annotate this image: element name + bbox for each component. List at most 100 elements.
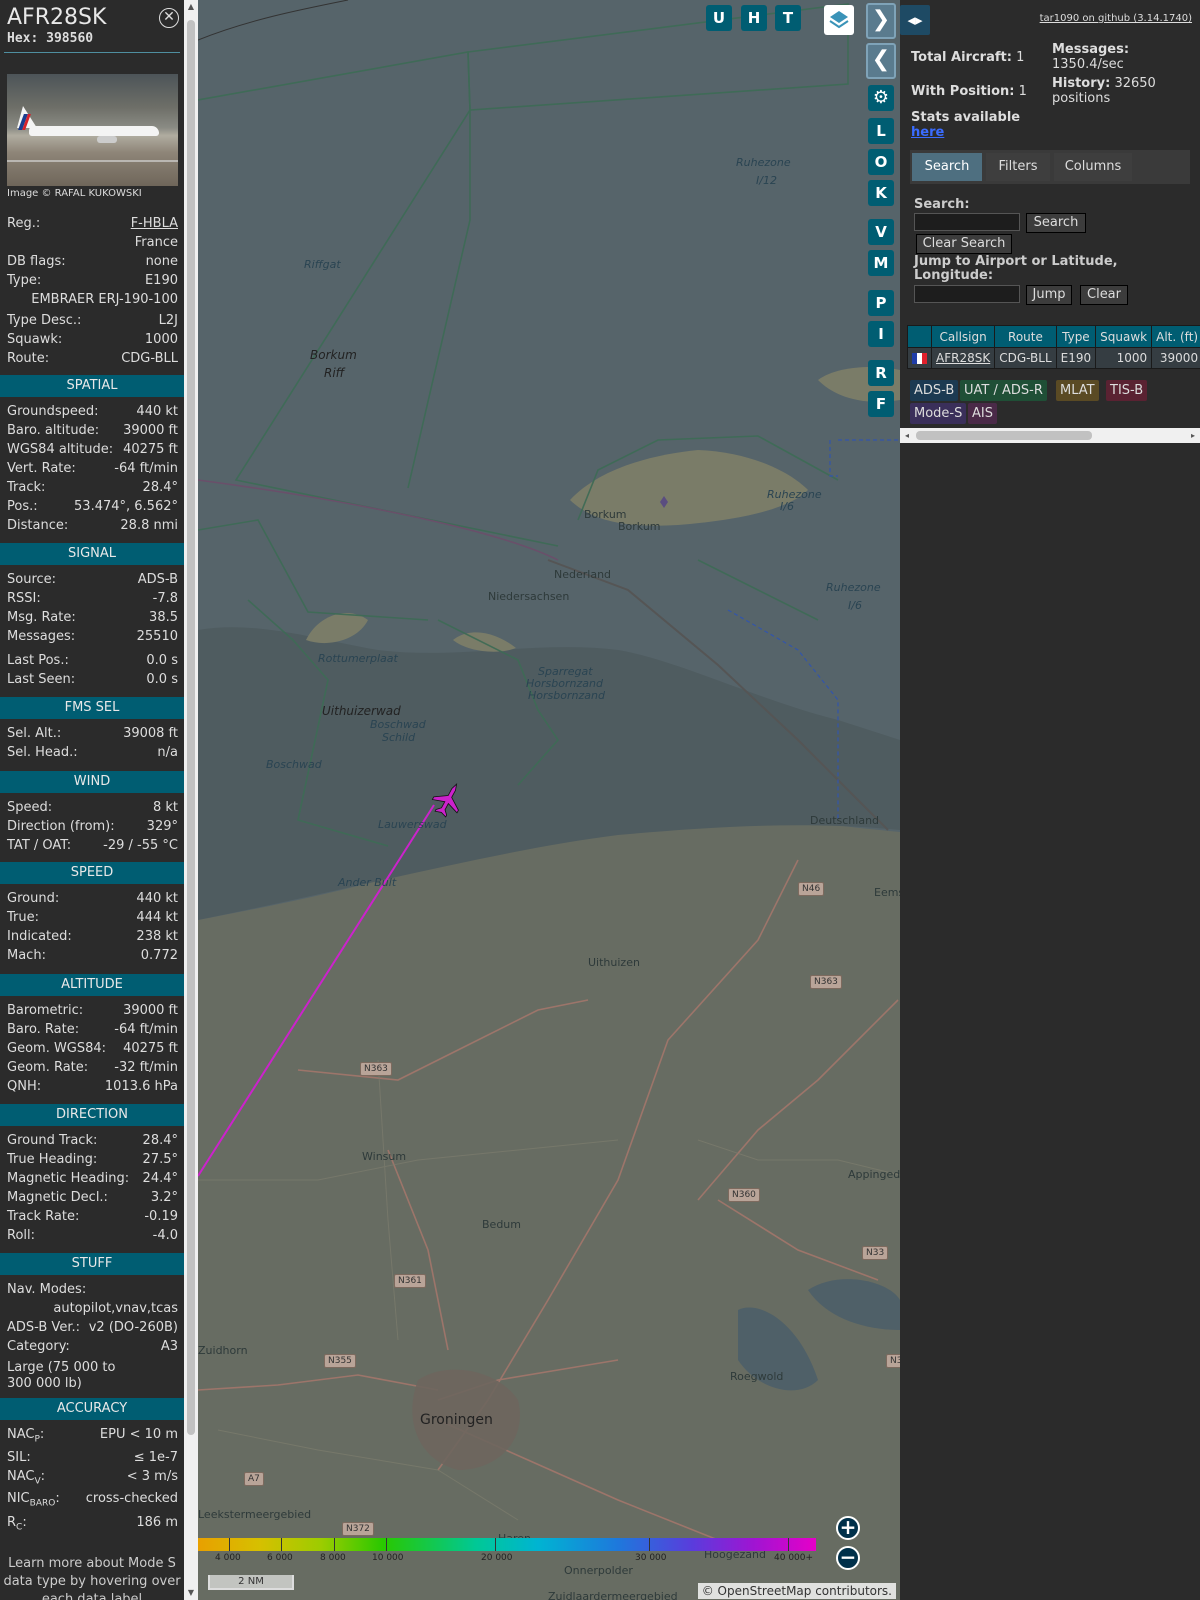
- map-toggle-f[interactable]: F: [868, 391, 894, 417]
- info-row: Magnetic Heading: 24.4°: [7, 1171, 178, 1190]
- legend-label: 40 000+: [774, 1553, 814, 1563]
- info-row-label: Barometric:: [7, 1003, 84, 1018]
- info-row-label: Geom. Rate:: [7, 1060, 89, 1075]
- info-row-label: Groundspeed:: [7, 404, 99, 419]
- info-row-value: -7.8: [152, 591, 178, 606]
- map-label: Onnerpolder: [564, 1564, 633, 1577]
- map-toggle-k[interactable]: K: [868, 180, 894, 206]
- jump-input[interactable]: [914, 285, 1020, 303]
- info-row-value: ADS-B: [137, 572, 178, 587]
- map-toggle-i[interactable]: I: [868, 321, 894, 347]
- map-toggle-u[interactable]: U: [706, 5, 732, 31]
- next-aircraft-button[interactable]: ❯: [866, 3, 896, 39]
- info-row-value: 24.4°: [142, 1171, 178, 1186]
- info-row-label: Last Seen:: [7, 672, 76, 687]
- tab-search[interactable]: Search: [912, 153, 982, 181]
- registration-link[interactable]: F-HBLA: [131, 216, 178, 231]
- map-toggle-t[interactable]: T: [775, 5, 801, 31]
- road-shield: N3: [886, 1354, 900, 1368]
- info-row-label: Squawk:: [7, 332, 63, 347]
- map-toggle-r[interactable]: R: [868, 360, 894, 386]
- aircraft-table: Callsign Route Type Squawk Alt. (ft) AFR…: [907, 325, 1200, 369]
- map-toggle-o[interactable]: O: [868, 149, 894, 175]
- prev-aircraft-button[interactable]: ❮: [866, 43, 896, 79]
- map-label: I/6: [848, 599, 862, 612]
- info-row: RSSI: -7.8: [7, 591, 178, 610]
- info-row-value: 28.4°: [142, 480, 178, 495]
- aircraft-photo[interactable]: [7, 74, 178, 186]
- info-row-value: A3: [160, 1339, 178, 1354]
- road-shield: N361: [394, 1274, 426, 1288]
- info-row-value: 186 m: [136, 1515, 178, 1530]
- callsign-link[interactable]: AFR28SK: [936, 351, 990, 365]
- info-row-value: 1000: [144, 332, 178, 347]
- map-label: Ander Bult: [338, 876, 397, 889]
- tab-columns[interactable]: Columns: [1054, 153, 1132, 181]
- stats-link[interactable]: here: [911, 125, 944, 140]
- map-toggle-m[interactable]: M: [868, 250, 894, 276]
- info-row-value: CDG-BLL: [121, 351, 178, 366]
- info-row: True: 444 kt: [7, 910, 178, 929]
- info-row: True Heading: 27.5°: [7, 1152, 178, 1171]
- tab-filters[interactable]: Filters: [986, 153, 1050, 181]
- github-link[interactable]: tar1090 on github (3.14.1740): [1040, 13, 1192, 24]
- aircraft-info-panel: AFR28SK ✕ Hex: 398560 Image © RAFAL KUKO…: [0, 0, 184, 1600]
- map-label: Eemsh: [874, 886, 900, 899]
- legend-label: 10 000: [372, 1553, 404, 1563]
- info-row-value: n/a: [157, 745, 178, 760]
- info-panel-scrollbar[interactable]: ▲ ▼: [184, 0, 198, 1600]
- column-header-callsign[interactable]: Callsign: [930, 325, 996, 348]
- info-row-label: QNH:: [7, 1079, 42, 1094]
- column-header-route[interactable]: Route: [994, 325, 1057, 348]
- info-row-value: 53.474°, 6.562°: [74, 499, 178, 514]
- layers-button[interactable]: [824, 5, 854, 35]
- info-row-value: 444 kt: [136, 910, 178, 925]
- column-header-type[interactable]: Type: [1055, 325, 1097, 348]
- map-canvas: [198, 0, 900, 1600]
- info-row-label: TAT / OAT:: [7, 838, 72, 853]
- info-row-value: < 3 m/s: [126, 1469, 178, 1484]
- info-row-value: 39000 ft: [123, 1003, 178, 1018]
- column-header-altitude[interactable]: Alt. (ft): [1151, 325, 1200, 348]
- search-button[interactable]: Search: [1026, 213, 1086, 233]
- info-row-label: NACV:: [7, 1469, 46, 1487]
- route-cell: CDG-BLL: [994, 347, 1057, 369]
- info-row: Ground: 440 kt: [7, 891, 178, 910]
- info-row-label: SIL:: [7, 1450, 31, 1465]
- info-row-value: 3.2°: [150, 1190, 178, 1205]
- zoom-in-button[interactable]: +: [836, 1516, 860, 1540]
- zoom-out-button[interactable]: −: [836, 1546, 860, 1570]
- jump-button[interactable]: Jump: [1026, 285, 1072, 305]
- info-row-label: RSSI:: [7, 591, 41, 606]
- map-attribution[interactable]: © OpenStreetMap contributors.: [697, 1583, 896, 1599]
- clear-search-button[interactable]: Clear Search: [916, 234, 1012, 254]
- map-label: I/6: [780, 500, 794, 513]
- map-label: Horsbornzand: [528, 689, 605, 702]
- info-row-label: Track:: [7, 480, 46, 495]
- jump-label: Jump to Airport or Latitude, Longitude:: [914, 254, 1118, 283]
- clear-button[interactable]: Clear: [1080, 285, 1128, 305]
- map-toggle-v[interactable]: V: [868, 219, 894, 245]
- info-row: Last Seen: 0.0 s: [7, 672, 178, 691]
- info-row-label: Track Rate:: [7, 1209, 80, 1224]
- info-row-value: 39008 ft: [123, 726, 178, 741]
- table-row[interactable]: AFR28SK CDG-BLL E190 1000 39000: [907, 347, 1200, 369]
- total-aircraft-stat: Total Aircraft: 1: [911, 50, 1025, 65]
- map-toggle-h[interactable]: H: [741, 5, 767, 31]
- toggle-sidebar-button[interactable]: ◂▸: [900, 5, 930, 35]
- info-row-label: True Heading:: [7, 1152, 98, 1167]
- column-header-squawk[interactable]: Squawk: [1095, 325, 1153, 348]
- map-toggle-l[interactable]: L: [868, 118, 894, 144]
- settings-button[interactable]: ⚙: [868, 85, 894, 111]
- info-row-value: 40275 ft: [123, 1041, 178, 1056]
- close-icon[interactable]: ✕: [159, 8, 179, 28]
- map-label: Borkum: [618, 520, 661, 533]
- search-input[interactable]: [914, 213, 1020, 231]
- map-toggle-p[interactable]: P: [868, 290, 894, 316]
- divider: [4, 52, 180, 53]
- messages-stat: Messages: 1350.4/sec: [1052, 42, 1130, 72]
- map-view[interactable]: Ruhezone I/12 Riffgat Borkum Riff Ruhezone I/6…: [198, 0, 900, 1600]
- road-shield: N46: [798, 882, 825, 896]
- info-row: Reg.: F-HBLA: [7, 216, 178, 235]
- table-horizontal-scrollbar[interactable]: ◂ ▸: [900, 428, 1200, 443]
